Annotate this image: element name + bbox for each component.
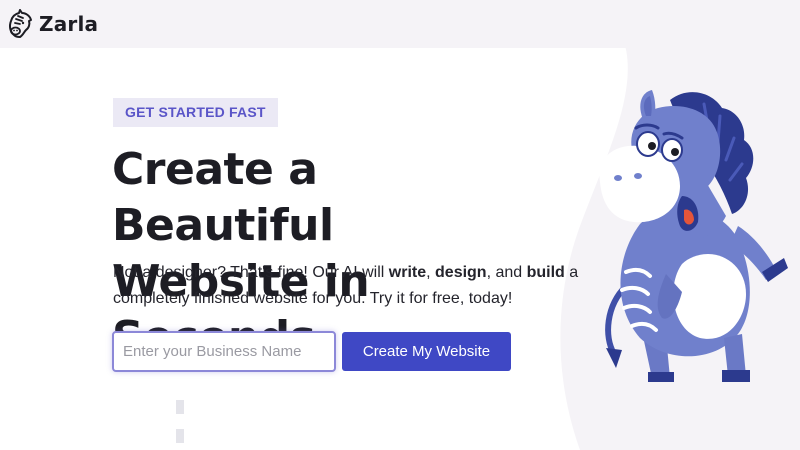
faded-mark-top	[176, 400, 184, 414]
subtitle-bold-design: design	[435, 264, 487, 281]
subtitle-text-1: Not a designer? That's fine! Our AI will	[113, 264, 389, 281]
subtitle-sep-2: , and	[486, 264, 527, 281]
subtitle-sep-1: ,	[426, 264, 436, 281]
hero-subtitle: Not a designer? That's fine! Our AI will…	[113, 260, 583, 312]
headline-line-1: Create a Beautiful	[112, 144, 334, 251]
business-name-input[interactable]	[112, 331, 336, 372]
subtitle-bold-write: write	[388, 264, 427, 281]
get-started-badge: GET STARTED FAST	[113, 98, 278, 127]
brand-name: Zarla	[39, 12, 99, 36]
faded-mark-bottom	[176, 429, 184, 443]
zebra-mascot-illustration	[599, 90, 788, 382]
subtitle-bold-build: build	[526, 264, 565, 281]
zebra-head-icon	[9, 9, 32, 38]
create-website-button[interactable]: Create My Website	[342, 332, 511, 371]
brand-logo[interactable]: Zarla	[4, 8, 98, 40]
